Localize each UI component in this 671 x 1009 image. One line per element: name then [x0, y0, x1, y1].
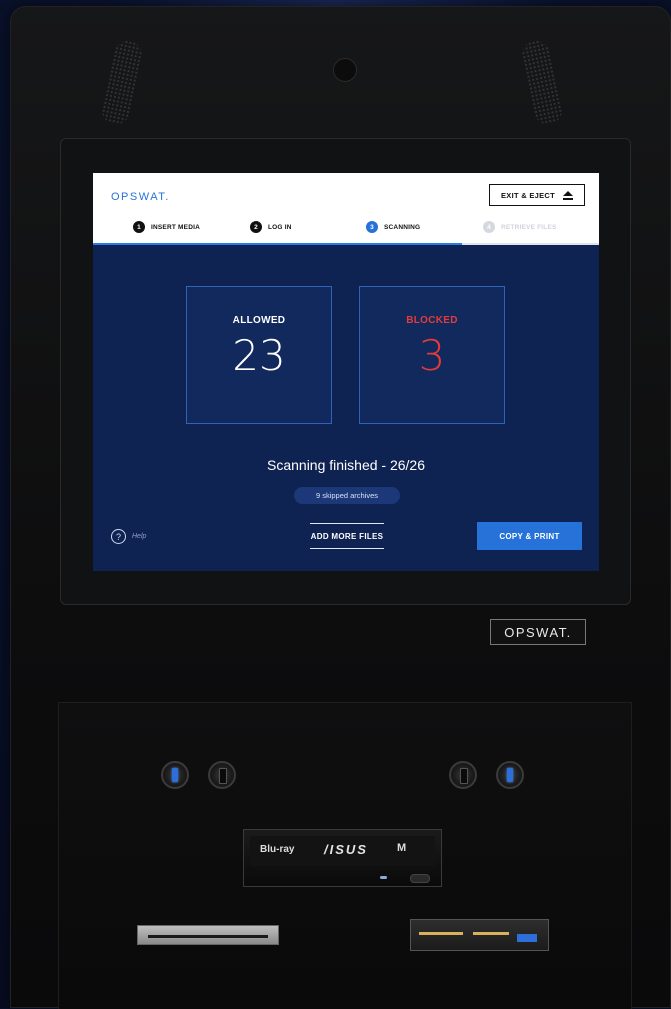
- help-button[interactable]: ? Help: [111, 529, 146, 544]
- drive-brand-logo: /ISUS: [324, 842, 368, 857]
- bluray-drive[interactable]: Blu-ray /ISUS M: [243, 829, 442, 887]
- sd-slot: [419, 932, 463, 935]
- step-label: INSERT MEDIA: [151, 223, 200, 231]
- slot-opening: [148, 935, 268, 938]
- step-log-in: 2 LOG IN: [250, 221, 292, 233]
- step-label: RETRIEVE FILES: [501, 223, 557, 231]
- card-slot[interactable]: [137, 925, 279, 945]
- step-number: 3: [366, 221, 378, 233]
- usb-port-icon[interactable]: [496, 761, 524, 789]
- mdisc-logo: M: [397, 842, 407, 854]
- eject-icon: [563, 190, 574, 200]
- bluray-logo: Blu-ray: [260, 844, 295, 855]
- media-card-reader[interactable]: [410, 919, 549, 951]
- help-icon: ?: [111, 529, 126, 544]
- allowed-count-card: ALLOWED 23: [186, 286, 332, 424]
- step-label: SCANNING: [384, 223, 421, 231]
- opswat-logo: OPSWAT.: [111, 191, 170, 203]
- allowed-value: 23: [232, 331, 286, 380]
- drive-led: [380, 876, 387, 879]
- blocked-count-card: BLOCKED 3: [359, 286, 505, 424]
- step-number: 2: [250, 221, 262, 233]
- kiosk-screen: OPSWAT. EXIT & EJECT 1 INSERT MEDIA 2 LO…: [93, 173, 599, 571]
- drive-eject-button[interactable]: [410, 874, 430, 883]
- progress-track: [93, 243, 599, 245]
- step-indicator: 1 INSERT MEDIA 2 LOG IN 3 SCANNING 4 RET…: [93, 221, 599, 237]
- camera-icon: [333, 58, 357, 82]
- usb-c-port-icon[interactable]: [449, 761, 477, 789]
- top-bar: OPSWAT. EXIT & EJECT 1 INSERT MEDIA 2 LO…: [93, 173, 599, 245]
- progress-fill: [93, 243, 463, 245]
- step-label: LOG IN: [268, 223, 292, 231]
- usb-c-port-icon[interactable]: [208, 761, 236, 789]
- step-number: 1: [133, 221, 145, 233]
- allowed-label: ALLOWED: [232, 315, 286, 326]
- copy-print-button[interactable]: COPY & PRINT: [477, 522, 582, 550]
- blocked-label: BLOCKED: [406, 315, 458, 326]
- scan-status-text: Scanning finished - 26/26: [267, 457, 425, 473]
- step-retrieve-files: 4 RETRIEVE FILES: [483, 221, 557, 233]
- add-more-files-button[interactable]: ADD MORE FILES: [310, 523, 384, 549]
- ms-slot: [473, 932, 509, 935]
- exit-eject-button[interactable]: EXIT & EJECT: [489, 184, 585, 206]
- opswat-badge: OPSWAT.: [490, 619, 586, 645]
- step-insert-media: 1 INSERT MEDIA: [133, 221, 200, 233]
- help-label: Help: [132, 533, 147, 540]
- skipped-archives-badge[interactable]: 9 skipped archives: [294, 487, 400, 504]
- step-number: 4: [483, 221, 495, 233]
- blocked-value: 3: [418, 331, 446, 380]
- step-scanning: 3 SCANNING: [366, 221, 420, 233]
- usb-port-icon[interactable]: [161, 761, 189, 789]
- exit-eject-label: EXIT & EJECT: [500, 190, 556, 200]
- usb-port-icon[interactable]: [517, 934, 537, 942]
